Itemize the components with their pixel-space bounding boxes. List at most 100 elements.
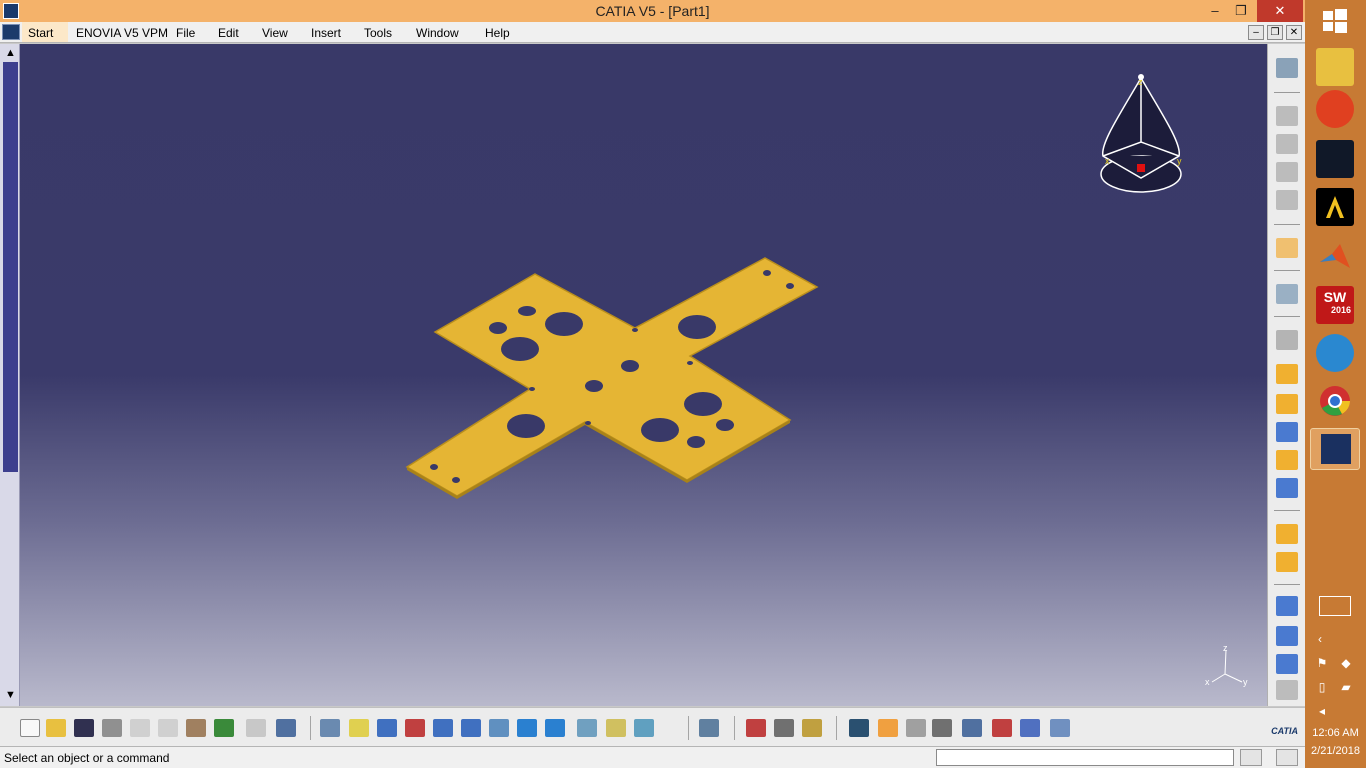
normal-view-icon[interactable] — [489, 719, 509, 737]
cut-icon[interactable] — [130, 719, 150, 737]
command-input[interactable] — [936, 749, 1234, 766]
compass-z-label: z — [1138, 77, 1143, 87]
select-arrow-icon[interactable] — [1276, 238, 1298, 258]
menu-window[interactable]: Window — [416, 26, 459, 40]
catia-active-icon[interactable] — [1310, 428, 1360, 470]
new-icon[interactable] — [20, 719, 40, 737]
status-button-1[interactable] — [1240, 749, 1262, 766]
paste-icon[interactable] — [186, 719, 206, 737]
hand-icon[interactable] — [802, 719, 822, 737]
print-icon[interactable] — [102, 719, 122, 737]
insert-part-icon[interactable] — [699, 719, 719, 737]
scroll-down-arrow[interactable]: ▼ — [3, 688, 18, 703]
open-icon[interactable] — [46, 719, 66, 737]
undo-icon[interactable] — [214, 719, 234, 737]
save-icon[interactable] — [74, 719, 94, 737]
tear-drop-icon[interactable] — [1276, 450, 1298, 470]
catia-3ds-icon[interactable] — [1316, 140, 1354, 178]
view-icon-3[interactable] — [1276, 162, 1298, 182]
bend-icon[interactable] — [1276, 364, 1298, 384]
compass-center-handle[interactable] — [1137, 164, 1145, 172]
matlab-icon[interactable] — [1316, 238, 1354, 276]
compass[interactable] — [1100, 74, 1182, 193]
hole-icon[interactable] — [1276, 626, 1298, 646]
volume-icon[interactable]: ◂ — [1315, 704, 1329, 718]
iso-view-icon[interactable] — [517, 719, 537, 737]
unfold-icon[interactable] — [1276, 524, 1298, 544]
sketcher-icon[interactable] — [1276, 58, 1298, 78]
screen-recorder-icon[interactable] — [1316, 90, 1354, 128]
vertical-scrollbar[interactable]: ▲ ▼ — [0, 44, 20, 706]
fly-mode-icon[interactable] — [320, 719, 340, 737]
menu-edit[interactable]: Edit — [218, 26, 239, 40]
status-button-2[interactable] — [1276, 749, 1298, 766]
pattern-icon[interactable] — [1276, 680, 1298, 700]
zoom-in-icon[interactable] — [433, 719, 453, 737]
cutout-icon[interactable] — [1276, 596, 1298, 616]
copy-icon[interactable] — [158, 719, 178, 737]
system-clock[interactable]: 12:06 AM 2/21/2018 — [1305, 724, 1366, 760]
3d-viewport[interactable]: z x y z x y — [20, 44, 1267, 706]
dropbox-icon[interactable]: ◆ — [1339, 656, 1353, 670]
measure-icon[interactable] — [634, 719, 654, 737]
scroll-thumb[interactable] — [3, 62, 18, 472]
list-icon[interactable] — [962, 719, 982, 737]
view-icon-1[interactable] — [1276, 106, 1298, 126]
swap-space-icon[interactable] — [606, 719, 626, 737]
update-icon[interactable] — [774, 719, 794, 737]
doc-close-button[interactable]: ✕ — [1286, 25, 1302, 40]
pan-icon[interactable] — [377, 719, 397, 737]
sheet-metal-plate[interactable] — [405, 257, 819, 499]
autocad-icon[interactable] — [1316, 188, 1354, 226]
flag-icon[interactable]: ⚑ — [1315, 656, 1329, 670]
menu-enovia[interactable]: ENOVIA V5 VPM — [76, 26, 168, 40]
restore-button[interactable]: ❐ — [1226, 0, 1256, 22]
menu-insert[interactable]: Insert — [311, 26, 341, 40]
menu-view[interactable]: View — [262, 26, 288, 40]
plate-hole — [684, 392, 722, 416]
scale-icon[interactable] — [878, 719, 898, 737]
wall-icon[interactable] — [1276, 330, 1298, 350]
close-button[interactable]: ✕ — [1257, 0, 1303, 22]
scroll-up-arrow[interactable]: ▲ — [3, 46, 18, 61]
model-icon[interactable] — [906, 719, 926, 737]
catalog-icon[interactable] — [992, 719, 1012, 737]
doc-restore-button[interactable]: ❐ — [1267, 25, 1283, 40]
chevron-left-icon[interactable]: ‹ — [1313, 632, 1327, 646]
tree-icon[interactable] — [932, 719, 952, 737]
solidworks-2016-icon[interactable]: SW 2016 — [1316, 286, 1354, 324]
axis-system-icon[interactable] — [849, 719, 869, 737]
fold-icon[interactable] — [1276, 552, 1298, 572]
start-windows-icon[interactable] — [1316, 2, 1354, 40]
view-icon-2[interactable] — [1276, 134, 1298, 154]
menu-tools[interactable]: Tools — [364, 26, 392, 40]
sheet-icon[interactable] — [1050, 719, 1070, 737]
menu-start[interactable]: Start — [22, 22, 68, 42]
viewport-canvas[interactable]: z x y z x y — [20, 44, 1267, 706]
hide-show-icon[interactable] — [577, 719, 597, 737]
zoom-out-icon[interactable] — [461, 719, 481, 737]
keyboard-icon[interactable] — [1319, 596, 1351, 616]
keyshot-icon[interactable] — [1316, 334, 1354, 372]
wifi-icon[interactable]: ▰ — [1339, 680, 1353, 694]
sketch-icon[interactable] — [1276, 284, 1298, 304]
document-icon[interactable] — [2, 24, 20, 40]
stamp-icon[interactable] — [1276, 654, 1298, 674]
menu-help[interactable]: Help — [485, 26, 510, 40]
flange-icon[interactable] — [1276, 394, 1298, 414]
swept-flange-icon[interactable] — [1276, 478, 1298, 498]
view-icon-4[interactable] — [1276, 190, 1298, 210]
chrome-icon[interactable] — [1316, 382, 1354, 420]
material-icon[interactable] — [746, 719, 766, 737]
doc-minimize-button[interactable]: – — [1248, 25, 1264, 40]
redo-icon[interactable] — [246, 719, 266, 737]
battery-icon[interactable]: ▯ — [1315, 680, 1329, 694]
fit-all-icon[interactable] — [349, 719, 369, 737]
parameters-icon[interactable] — [1020, 719, 1040, 737]
file-explorer-icon[interactable] — [1316, 48, 1354, 86]
whats-this-icon[interactable] — [276, 719, 296, 737]
view-mode-icon[interactable] — [545, 719, 565, 737]
hem-icon[interactable] — [1276, 422, 1298, 442]
rotate-icon[interactable] — [405, 719, 425, 737]
menu-file[interactable]: File — [176, 26, 195, 40]
